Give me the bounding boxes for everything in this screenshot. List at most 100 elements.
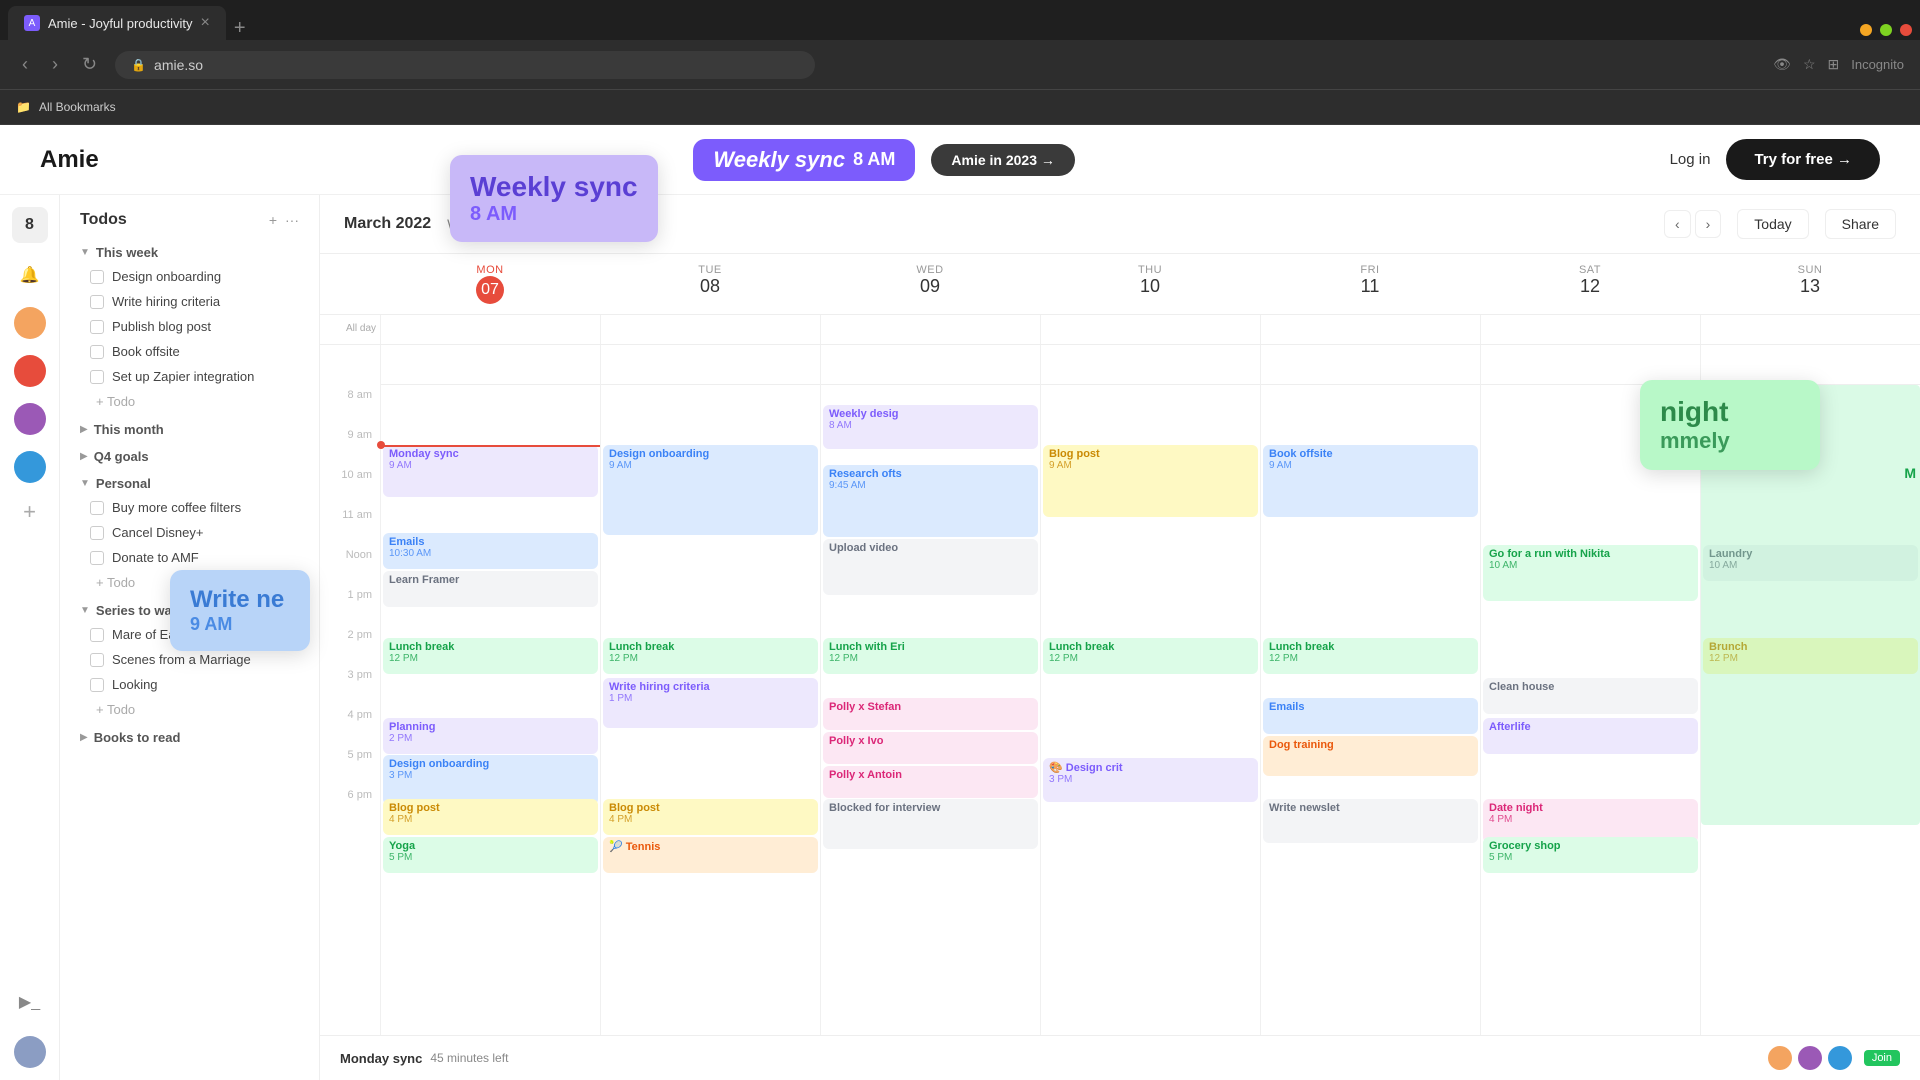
event-blog-post-tue[interactable]: Blog post 4 PM: [603, 799, 818, 835]
event-research-ofts[interactable]: Research ofts 9:45 AM: [823, 465, 1038, 537]
event-emails-fri[interactable]: Emails: [1263, 698, 1478, 734]
event-planning[interactable]: Planning 2 PM: [383, 718, 598, 754]
active-tab[interactable]: A Amie - Joyful productivity ×: [8, 6, 226, 40]
share-button[interactable]: Share: [1825, 209, 1896, 239]
prev-week-button[interactable]: ‹: [1664, 210, 1691, 238]
todo-design-onboarding[interactable]: Design onboarding: [60, 264, 319, 289]
event-blog-post-mon[interactable]: Blog post 4 PM: [383, 799, 598, 835]
event-design-onboarding-mon[interactable]: Design onboarding 3 PM: [383, 755, 598, 805]
event-run-nikita[interactable]: Go for a run with Nikita 10 AM: [1483, 545, 1698, 601]
todo-write-hiring[interactable]: Write hiring criteria: [60, 289, 319, 314]
login-button[interactable]: Log in: [1670, 151, 1711, 168]
event-yoga[interactable]: Yoga 5 PM: [383, 837, 598, 873]
reload-button[interactable]: ↻: [76, 50, 103, 79]
amie-2023-button[interactable]: Amie in 2023 →: [931, 144, 1075, 176]
checkbox-amf[interactable]: [90, 551, 104, 565]
next-week-button[interactable]: ›: [1695, 210, 1722, 238]
todo-amf[interactable]: Donate to AMF: [60, 545, 319, 570]
checkbox-coffee[interactable]: [90, 501, 104, 515]
avatar-3[interactable]: [14, 403, 46, 435]
event-polly-stefan[interactable]: Polly x Stefan: [823, 698, 1038, 730]
todo-text-write-hiring: Write hiring criteria: [112, 294, 220, 309]
avatar-1[interactable]: [14, 307, 46, 339]
todo-add-button[interactable]: +: [269, 212, 277, 228]
event-write-newslet[interactable]: Write newslet: [1263, 799, 1478, 843]
event-monday-sync[interactable]: Monday sync 9 AM: [383, 445, 598, 497]
checkbox-looking[interactable]: [90, 678, 104, 692]
day-header-tue: Tue 08: [600, 254, 820, 314]
forward-button[interactable]: ›: [46, 50, 64, 79]
event-lunch-tue[interactable]: Lunch break 12 PM: [603, 638, 818, 674]
add-todo-series[interactable]: + Todo: [60, 697, 319, 722]
sidebar-icon[interactable]: ⊞: [1828, 56, 1840, 73]
settings-avatar[interactable]: [14, 1036, 46, 1068]
event-upload-video[interactable]: Upload video: [823, 539, 1038, 595]
checkbox-disney[interactable]: [90, 526, 104, 540]
star-icon[interactable]: ☆: [1803, 56, 1816, 73]
todo-coffee-filters[interactable]: Buy more coffee filters: [60, 495, 319, 520]
visibility-icon[interactable]: 👁: [1773, 56, 1791, 73]
checkbox-scenes[interactable]: [90, 653, 104, 667]
todo-zapier[interactable]: Set up Zapier integration: [60, 364, 319, 389]
todo-disney[interactable]: Cancel Disney+: [60, 520, 319, 545]
add-todo-this-week[interactable]: + Todo: [60, 389, 319, 414]
add-calendar-button[interactable]: +: [23, 499, 36, 525]
event-brunch[interactable]: Brunch 12 PM: [1703, 638, 1918, 674]
notification-icon[interactable]: 🔔: [14, 259, 46, 291]
event-dog-training[interactable]: Dog training: [1263, 736, 1478, 776]
q4-goals-section-header[interactable]: ▶ Q4 goals: [60, 441, 319, 468]
event-tennis[interactable]: 🎾 Tennis: [603, 837, 818, 873]
browser-tabs: A Amie - Joyful productivity × +: [0, 0, 1920, 40]
this-week-section-header[interactable]: ▼ This week: [60, 237, 319, 264]
event-write-hiring[interactable]: Write hiring criteria 1 PM: [603, 678, 818, 728]
event-emails-mon[interactable]: Emails 10:30 AM: [383, 533, 598, 569]
maximize-button[interactable]: [1880, 24, 1892, 36]
back-button[interactable]: ‹: [16, 50, 34, 79]
todo-looking[interactable]: Looking: [60, 672, 319, 697]
event-polly-ivo[interactable]: Polly x Ivo: [823, 732, 1038, 764]
event-design-onboarding-tue[interactable]: Design onboarding 9 AM: [603, 445, 818, 535]
checkbox-book-offsite[interactable]: [90, 345, 104, 359]
books-section-header[interactable]: ▶ Books to read: [60, 722, 319, 749]
minimize-button[interactable]: [1860, 24, 1872, 36]
new-tab-button[interactable]: +: [226, 17, 254, 40]
event-design-crit[interactable]: 🎨 Design crit 3 PM: [1043, 758, 1258, 802]
todo-book-offsite[interactable]: Book offsite: [60, 339, 319, 364]
terminal-icon[interactable]: ▶_: [19, 992, 40, 1012]
personal-section-header[interactable]: ▼ Personal: [60, 468, 319, 495]
bookmarks-label[interactable]: All Bookmarks: [39, 100, 116, 114]
tab-close-button[interactable]: ×: [201, 14, 210, 32]
sync-join-button[interactable]: Join: [1864, 1050, 1900, 1066]
try-free-button[interactable]: Try for free →: [1726, 139, 1880, 180]
event-lunch-fri[interactable]: Lunch break 12 PM: [1263, 638, 1478, 674]
event-lunch-thu[interactable]: Lunch break 12 PM: [1043, 638, 1258, 674]
write-ne-overlay-title: Write ne: [190, 586, 290, 614]
close-button[interactable]: [1900, 24, 1912, 36]
checkbox-publish-blog[interactable]: [90, 320, 104, 334]
checkbox-write-hiring[interactable]: [90, 295, 104, 309]
event-learn-framer[interactable]: Learn Framer: [383, 571, 598, 607]
event-blocked-interview[interactable]: Blocked for interview: [823, 799, 1038, 849]
day-header-sat: Sat 12: [1480, 254, 1700, 314]
avatar-2[interactable]: [14, 355, 46, 387]
event-polly-antoin[interactable]: Polly x Antoin: [823, 766, 1038, 798]
event-lunch-mon[interactable]: Lunch break 12 PM: [383, 638, 598, 674]
event-weekly-desig[interactable]: Weekly desig 8 AM: [823, 405, 1038, 449]
checkbox-zapier[interactable]: [90, 370, 104, 384]
checkbox-mare[interactable]: [90, 628, 104, 642]
checkbox-design-onboarding[interactable]: [90, 270, 104, 284]
event-afterlife[interactable]: Afterlife: [1483, 718, 1698, 754]
event-blog-post-thu[interactable]: Blog post 9 AM: [1043, 445, 1258, 517]
event-book-offsite[interactable]: Book offsite 9 AM: [1263, 445, 1478, 517]
address-bar[interactable]: 🔒 amie.so: [115, 51, 815, 79]
event-lunch-eri[interactable]: Lunch with Eri 12 PM: [823, 638, 1038, 674]
todo-more-button[interactable]: ···: [285, 212, 299, 228]
avatar-4[interactable]: [14, 451, 46, 483]
today-button[interactable]: Today: [1737, 209, 1808, 239]
todo-publish-blog[interactable]: Publish blog post: [60, 314, 319, 339]
event-laundry[interactable]: Laundry 10 AM: [1703, 545, 1918, 581]
weekly-sync-overlay-title: Weekly sync: [470, 171, 638, 203]
event-clean-house[interactable]: Clean house: [1483, 678, 1698, 714]
this-month-section-header[interactable]: ▶ This month: [60, 414, 319, 441]
event-grocery-shop[interactable]: Grocery shop 5 PM: [1483, 837, 1698, 873]
